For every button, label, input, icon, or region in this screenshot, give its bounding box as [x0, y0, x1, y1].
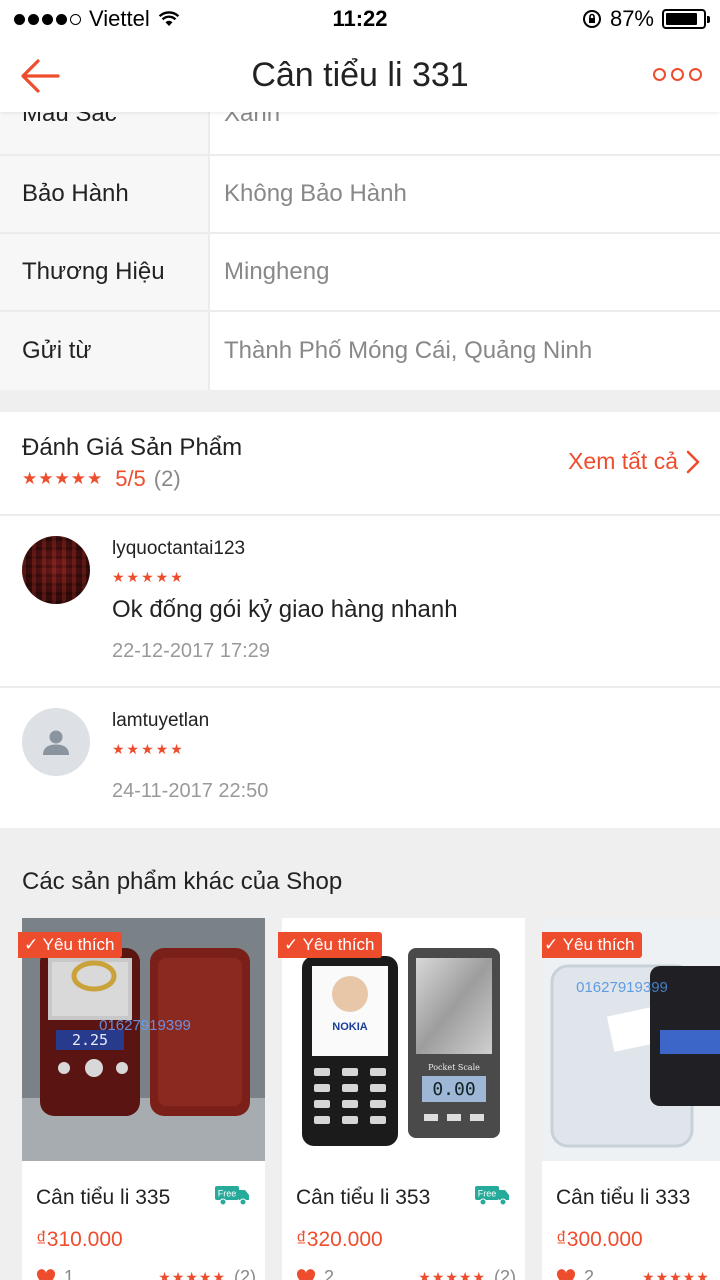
favorite-badge: ✓ Yêu thích: [18, 932, 122, 958]
back-arrow-icon[interactable]: [18, 56, 62, 96]
free-label: Free: [218, 1189, 237, 1199]
avatar: [22, 708, 90, 776]
like-count: 2: [584, 1267, 595, 1280]
chevron-right-icon: [686, 450, 700, 473]
heart-icon[interactable]: [296, 1268, 316, 1280]
product-review-count: (2): [234, 1267, 256, 1280]
specifications-table: Màu Sắc Xanh Bảo Hành Không Bảo Hành Thư…: [0, 92, 720, 390]
product-name: Cân tiểu li 333: [556, 1186, 691, 1209]
review-stars: ★★★★★: [112, 569, 185, 585]
review-date: 24-11-2017 22:50: [112, 780, 269, 802]
scale-label-text: Pocket Scale: [428, 1063, 480, 1072]
rating-score: 5/5: [115, 466, 146, 491]
spec-key: Thương Hiệu: [0, 234, 210, 310]
review-username: lamtuyetlan: [112, 710, 210, 731]
product-card[interactable]: ✓ Yêu thích 2.25 01627919399 Cân tiểu li…: [18, 918, 265, 1280]
product-stars: ★★★★★: [158, 1269, 226, 1280]
carrier-name: Viettel: [89, 6, 150, 31]
page-title: Cân tiểu li 331: [251, 55, 469, 94]
spec-key: Gửi từ: [0, 312, 210, 390]
product-stars: ★★★★★: [418, 1269, 486, 1280]
product-meta: 2 ★★★★★: [556, 1267, 720, 1280]
rating-stars: ★★★★★: [22, 469, 104, 488]
wifi-icon: [158, 11, 179, 26]
product-reviews-section: Đánh Giá Sản Phẩm ★★★★★ 5/5 (2) Xem tất …: [0, 412, 720, 828]
avatar: [22, 536, 90, 604]
spec-row-warranty: Bảo Hành Không Bảo Hành: [0, 156, 720, 234]
scale-display-text: 0.00: [432, 1079, 475, 1100]
favorite-badge-label: Yêu thích: [302, 935, 375, 954]
reviews-header: Đánh Giá Sản Phẩm ★★★★★ 5/5 (2) Xem tất …: [0, 412, 720, 516]
signal-icon: [14, 13, 81, 25]
product-name: Cân tiểu li 335: [36, 1186, 171, 1209]
heart-icon[interactable]: [36, 1268, 56, 1280]
rotation-lock-icon: [582, 10, 601, 28]
battery-level: [666, 13, 698, 25]
battery-icon: [662, 9, 710, 29]
favorite-badge: ✓ Yêu thích: [278, 932, 382, 958]
spec-row-ships-from: Gửi từ Thành Phố Móng Cái, Quảng Ninh: [0, 312, 720, 390]
shop-products-section: Các sản phẩm khác của Shop ✓ Yêu thích 2…: [0, 848, 720, 1280]
product-review-count: (2): [494, 1267, 516, 1280]
battery-percent: 87%: [609, 6, 654, 31]
review-stars: ★★★★★: [112, 741, 185, 757]
product-price: ₫300.000: [556, 1228, 643, 1251]
review-item: lyquoctantai123 ★★★★★ Ok đống gói kỷ gia…: [0, 516, 720, 688]
free-shipping-icon: Free: [475, 1186, 509, 1206]
product-meta: 2 ★★★★★ (2): [296, 1267, 516, 1280]
like-count: 1: [64, 1267, 75, 1280]
free-shipping-icon: Free: [215, 1186, 249, 1206]
nav-bar: Cân tiểu li 331: [0, 38, 720, 112]
product-name: Cân tiểu li 353: [296, 1186, 431, 1209]
review-username: lyquoctantai123: [112, 538, 246, 559]
spec-value: Mingheng: [224, 258, 330, 285]
product-card[interactable]: ✓ Yêu thích 01627919399 Cân tiểu li 333 …: [542, 918, 720, 1280]
spec-value: Thành Phố Móng Cái, Quảng Ninh: [224, 337, 593, 364]
free-label: Free: [478, 1189, 497, 1199]
phone-brand-text: NOKIA: [332, 1021, 368, 1033]
spec-row-brand: Thương Hiệu Mingheng: [0, 234, 720, 312]
status-right: 87%: [582, 6, 710, 32]
spec-key: Bảo Hành: [0, 156, 210, 232]
spec-value: Không Bảo Hành: [224, 180, 407, 207]
product-detail-page: Viettel 11:22 87% Cân tiểu li 331 Màu Sắ…: [0, 0, 720, 1280]
favorite-badge-label: Yêu thích: [42, 935, 115, 954]
see-all-label: Xem tất cả: [568, 448, 678, 474]
default-user-icon: [43, 730, 69, 755]
review-item: lamtuyetlan ★★★★★ 24-11-2017 22:50: [0, 688, 720, 828]
review-text: Ok đống gói kỷ giao hàng nhanh: [112, 596, 458, 623]
like-count: 2: [324, 1267, 335, 1280]
shop-products-title: Các sản phẩm khác của Shop: [22, 868, 343, 895]
product-carousel[interactable]: ✓ Yêu thích 2.25 01627919399 Cân tiểu li…: [18, 918, 720, 1280]
status-left: Viettel: [14, 6, 180, 32]
rating-count: (2): [153, 466, 181, 491]
product-stars: ★★★★★: [642, 1269, 710, 1280]
favorite-badge: ✓ Yêu thích: [542, 932, 642, 958]
product-price: ₫310.000: [36, 1228, 123, 1251]
see-all-reviews-link[interactable]: Xem tất cả: [568, 448, 700, 475]
status-bar: Viettel 11:22 87%: [0, 0, 720, 38]
heart-icon[interactable]: [556, 1268, 576, 1280]
rating-summary: ★★★★★ 5/5 (2): [22, 466, 181, 492]
watermark-phone: 01627919399: [576, 979, 668, 996]
review-date: 22-12-2017 17:29: [112, 640, 270, 662]
reviews-title: Đánh Giá Sản Phẩm: [22, 434, 243, 461]
product-price: ₫320.000: [296, 1228, 383, 1251]
favorite-badge-label: Yêu thích: [562, 935, 635, 954]
product-meta: 1 ★★★★★ (2): [36, 1267, 256, 1280]
more-options-icon[interactable]: [653, 68, 702, 81]
watermark-phone: 01627919399: [99, 1017, 191, 1034]
product-card[interactable]: ✓ Yêu thích NOKIA Pocket Scale 0.00 Cân …: [278, 918, 525, 1280]
